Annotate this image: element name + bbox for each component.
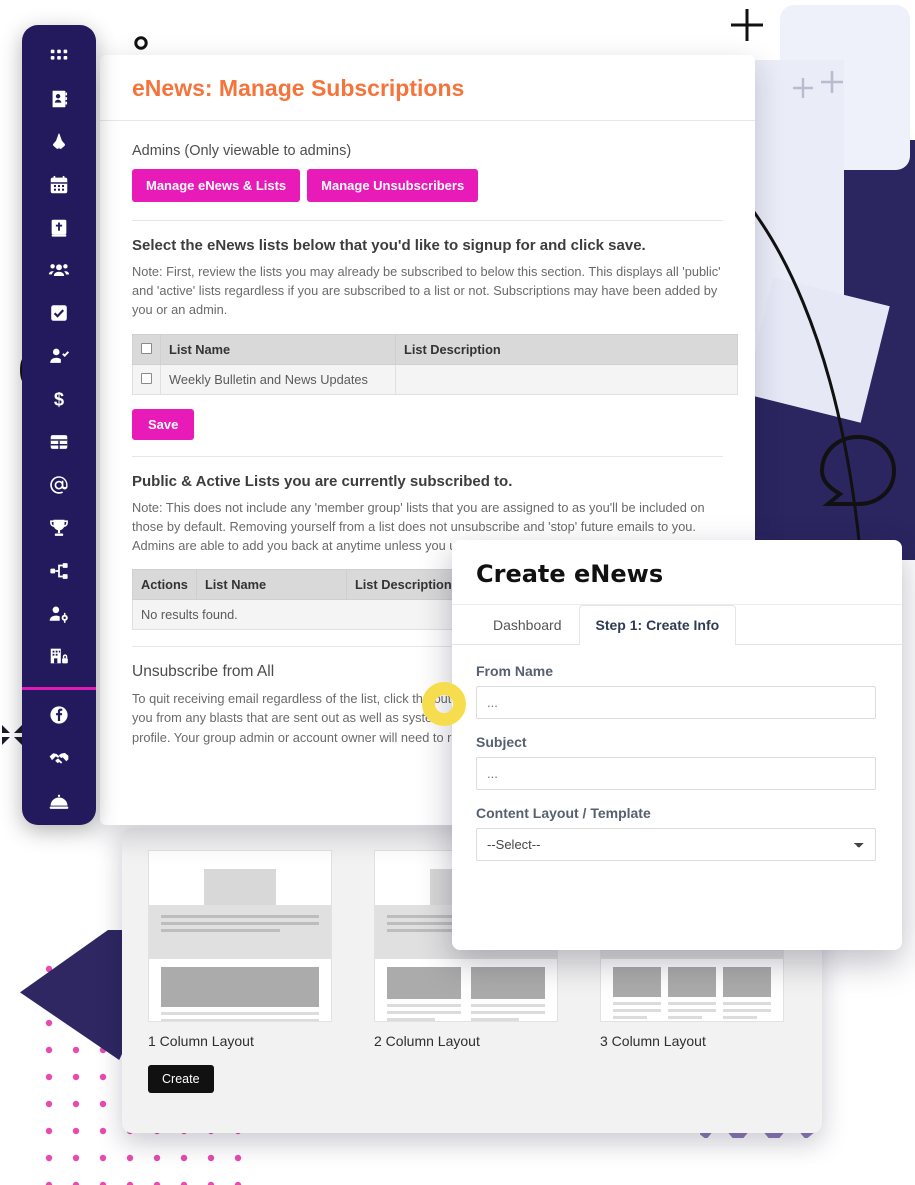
tab-dashboard[interactable]: Dashboard [476, 605, 579, 644]
sidebar-item-tasks[interactable] [22, 294, 96, 337]
people-group-icon [48, 259, 70, 286]
sidebar-item-bible[interactable] [22, 209, 96, 252]
modal-body: From Name Subject Content Layout / Templ… [452, 645, 902, 894]
row-checkbox[interactable] [141, 372, 152, 384]
template-label: 1 Column Layout [148, 1033, 254, 1049]
subject-input[interactable] [476, 757, 876, 790]
at-sign-icon [48, 474, 70, 501]
select-lists-heading: Select the eNews lists below that you'd … [132, 237, 646, 254]
primary-sidebar[interactable]: $ [22, 25, 96, 825]
decorative-plus-icon-c [793, 78, 813, 98]
content-layout-select[interactable]: --Select-- [476, 828, 876, 861]
handshake-icon [48, 747, 70, 774]
card-header: eNews: Manage Subscriptions [100, 55, 755, 121]
modal-header: Create eNews [452, 540, 902, 605]
sidebar-item-apps[interactable] [22, 37, 96, 80]
header-list-description: List Description [395, 333, 738, 365]
thumb-lower-block [375, 959, 557, 1021]
cell-list-description [395, 363, 738, 395]
admins-label: Admins (Only viewable to admins) [132, 143, 352, 159]
tab-step1-create-info[interactable]: Step 1: Create Info [578, 605, 737, 645]
sidebar-item-giving[interactable]: $ [22, 380, 96, 423]
thumb-lower-block [149, 959, 331, 1021]
apps-grid-icon [48, 45, 70, 72]
table-icon [48, 431, 70, 458]
divider [132, 455, 723, 457]
page-title: eNews: Manage Subscriptions [132, 75, 465, 101]
praying-hands-icon [48, 131, 70, 158]
template-label: 2 Column Layout [374, 1033, 480, 1049]
subscribed-heading: Public & Active Lists you are currently … [132, 472, 513, 490]
trophy-icon [48, 517, 70, 544]
header-actions: Actions [132, 569, 197, 601]
gear-icon[interactable] [133, 35, 149, 51]
sidebar-divider [22, 687, 96, 691]
template-label: 3 Column Layout [600, 1033, 706, 1049]
calendar-icon [48, 174, 70, 201]
decorative-speech-bubble-icon [819, 434, 897, 506]
bible-icon [48, 217, 70, 244]
sidebar-item-prayer[interactable] [22, 123, 96, 166]
header-list-name: List Name [195, 569, 347, 601]
concierge-bell-icon [48, 790, 70, 817]
from-name-label: From Name [476, 663, 554, 679]
svg-text:$: $ [54, 388, 64, 409]
thumb-text-band [149, 905, 331, 959]
content-layout-label: Content Layout / Template [476, 805, 651, 821]
user-gear-icon [48, 603, 70, 630]
sidebar-item-forms[interactable] [22, 423, 96, 466]
select-all-header [132, 333, 161, 365]
sidebar-item-security[interactable] [22, 637, 96, 680]
contact-book-icon [48, 88, 70, 115]
sidebar-item-calendar[interactable] [22, 166, 96, 209]
thumb-lower-block [601, 959, 783, 1021]
manage-unsubscribers-button[interactable]: Manage Unsubscribers [307, 169, 479, 202]
row-checkbox-cell [132, 363, 161, 395]
dollar-sign-icon: $ [48, 388, 70, 415]
sidebar-item-directory[interactable] [22, 80, 96, 123]
table-row: Weekly Bulletin and News Updates [132, 363, 738, 395]
sidebar-item-awards[interactable] [22, 509, 96, 552]
admin-button-row: Manage eNews & Lists Manage Unsubscriber… [132, 169, 723, 202]
user-check-icon [48, 345, 70, 372]
building-lock-icon [48, 645, 70, 672]
header-list-name: List Name [160, 333, 396, 365]
create-enews-modal: Create eNews Dashboard Step 1: Create In… [452, 540, 902, 950]
sidebar-item-volunteer[interactable] [22, 739, 96, 782]
save-button[interactable]: Save [132, 408, 195, 440]
subject-label: Subject [476, 734, 527, 750]
decorative-lavender-card-tall [748, 60, 844, 375]
decorative-lavender-diamond [744, 277, 890, 423]
decorative-plus-icon-b [821, 71, 843, 93]
sidebar-item-checkin[interactable] [22, 337, 96, 380]
sitemap-icon [48, 560, 70, 587]
facebook-icon [48, 704, 70, 731]
divider [132, 220, 723, 221]
decorative-plus-icon-a [731, 9, 763, 41]
modal-tabs[interactable]: Dashboard Step 1: Create Info [452, 605, 902, 645]
table-header-row: List Name List Description [132, 333, 738, 365]
sidebar-item-workflow[interactable] [22, 552, 96, 595]
select-lists-note: Note: First, review the lists you may al… [132, 264, 721, 318]
sidebar-item-enews[interactable] [22, 466, 96, 509]
checkbox-icon [48, 302, 70, 329]
create-button[interactable]: Create [148, 1065, 214, 1093]
select-all-checkbox[interactable] [141, 342, 152, 354]
cell-list-name: Weekly Bulletin and News Updates [160, 363, 396, 395]
sidebar-item-groups[interactable] [22, 251, 96, 294]
sidebar-item-support[interactable] [22, 782, 96, 825]
template-thumbnail-1col [148, 850, 332, 1022]
from-name-input[interactable] [476, 686, 876, 719]
signup-lists-table: List Name List Description Weekly Bullet… [132, 333, 738, 395]
modal-title: Create eNews [476, 560, 664, 588]
sidebar-item-admin[interactable] [22, 595, 96, 638]
template-option-1col[interactable]: 1 Column Layout [148, 850, 332, 1049]
manage-enews-lists-button[interactable]: Manage eNews & Lists [132, 169, 301, 202]
sidebar-item-facebook[interactable] [22, 696, 96, 739]
decorative-x-star-icon [2, 725, 22, 745]
decorative-lavender-card-top [780, 5, 910, 170]
